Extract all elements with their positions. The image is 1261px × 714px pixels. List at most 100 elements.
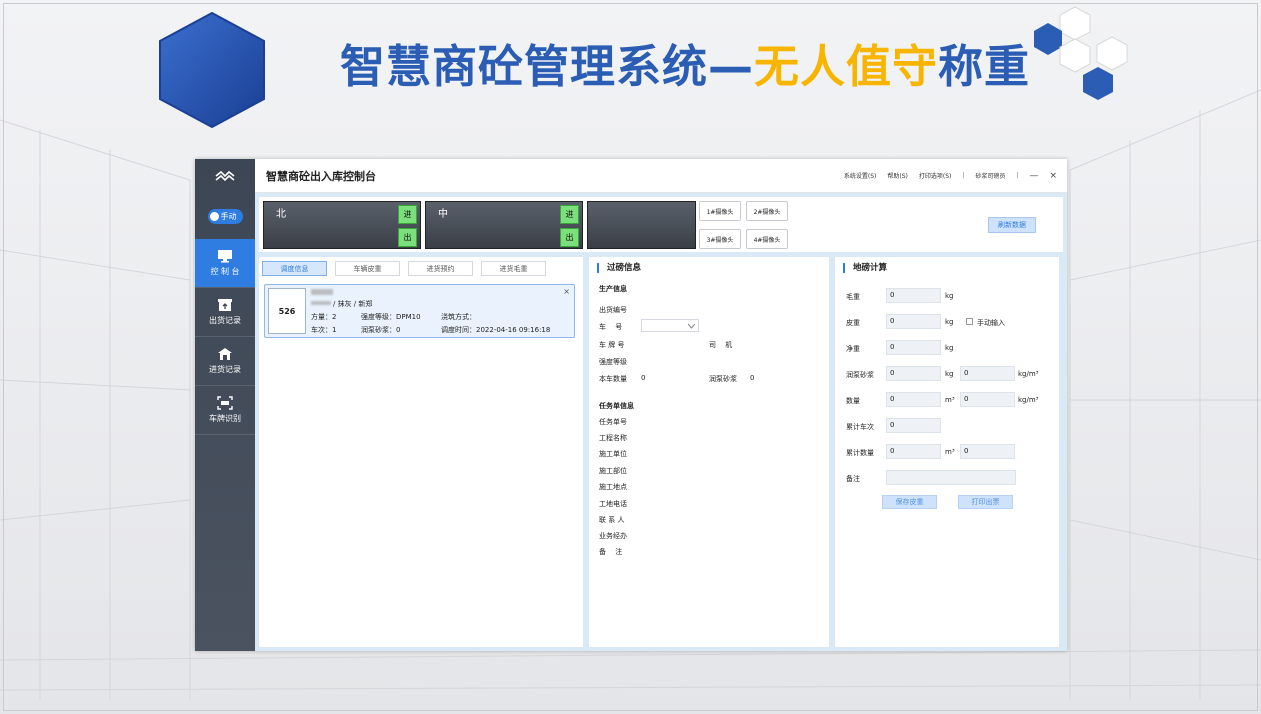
lane-middle-out-button[interactable]: 出 (560, 228, 579, 247)
card-volume: 方量：2 (311, 313, 337, 321)
pump-mortar-density-unit: kg/m³ (1018, 370, 1039, 378)
tab-vehicle-tare[interactable]: 车辆皮重 (335, 261, 400, 276)
pump-mortar-input[interactable]: 0 (886, 366, 941, 381)
plate-scan-icon (217, 396, 233, 410)
camera-2-button[interactable]: 2#摄像头 (746, 201, 788, 221)
camera-4-button[interactable]: 4#摄像头 (746, 229, 788, 249)
title-highlight-text: 无人值守 (754, 40, 939, 93)
dispatch-tabs: 调度信息 车辆皮重 进货预约 进货毛重 (259, 257, 583, 280)
save-tare-button[interactable]: 保存皮重 (882, 495, 937, 509)
net-unit: kg (945, 344, 954, 352)
mode-label: 手动 (220, 211, 237, 221)
card-dispatch-time: 调度时间：2022-04-16 09:16:18 (441, 326, 551, 334)
remark-label: 备 注 (599, 548, 623, 556)
inbound-house-icon (218, 348, 232, 360)
refresh-data-button[interactable]: 刷新数据 (988, 217, 1036, 233)
quantity-density-unit: kg/m³ (1018, 396, 1039, 404)
dispatch-card[interactable]: 526 × / 抹灰 / 新郑 方量：2 强度等级：DPM10 浇筑方式： 车次… (264, 284, 575, 338)
total-qty-unit: m³ (945, 448, 955, 456)
total-trips-label: 累计车次 (846, 423, 874, 431)
remark-input[interactable] (886, 470, 1016, 485)
print-ticket-button[interactable]: 打印出票 (958, 495, 1013, 509)
pump-mortar-density-input[interactable]: 0 (960, 366, 1015, 381)
quantity-unit: m³ (945, 396, 955, 404)
menu-separator: | (962, 172, 965, 179)
gross-input[interactable]: 0 (886, 288, 941, 303)
manual-input-checkbox[interactable] (966, 318, 973, 325)
construction-part-label: 施工部位 (599, 467, 627, 475)
close-window-button[interactable]: × (1049, 171, 1057, 181)
app-window: 手动 控 制 台 出货记录 进货记录 车牌识别 智慧商砼出入库控制台 系统设置(… (195, 159, 1067, 651)
remark-label: 备注 (846, 475, 860, 483)
sidebar-item-console[interactable]: 控 制 台 (195, 239, 255, 288)
tare-input[interactable]: 0 (886, 314, 941, 329)
vehicle-no-label: 车 号 (599, 323, 623, 331)
camera-1-button[interactable]: 1#摄像头 (699, 201, 741, 221)
driver-label: 司 机 (709, 341, 733, 349)
camera-view (587, 201, 696, 249)
chevron-down-icon (688, 323, 695, 329)
total-qty-2-input[interactable]: 0 (960, 444, 1015, 459)
title-main-text: 智慧商砼管理系统— (340, 40, 755, 93)
site-phone-label: 工地电话 (599, 500, 627, 508)
redacted-text (311, 289, 333, 295)
title-tail-text: 称重 (938, 40, 1031, 93)
sidebar-item-plate-recognition[interactable]: 车牌识别 (195, 386, 255, 435)
app-title: 智慧商砼出入库控制台 (266, 169, 376, 183)
lane-north: 北 进 出 (263, 201, 421, 249)
menu-separator: | (1016, 172, 1019, 179)
app-topbar: 智慧商砼出入库控制台 系统设置(S) 帮助(S) 打印选项(S) | 砂浆司磅员… (255, 159, 1067, 193)
project-name-label: 工程名称 (599, 434, 627, 442)
vehicle-no-select[interactable] (641, 319, 699, 332)
sidebar-item-label: 车牌识别 (209, 414, 241, 423)
lane-north-out-button[interactable]: 出 (398, 228, 417, 247)
tab-dispatch-info[interactable]: 调度信息 (262, 261, 327, 276)
weigh-info-title: 过磅信息 (597, 263, 641, 273)
card-line1: / 抹灰 / 新郑 (333, 300, 373, 308)
redacted-text (311, 301, 331, 305)
quantity-density-input[interactable]: 0 (960, 392, 1015, 407)
sidebar: 手动 控 制 台 出货记录 进货记录 车牌识别 (195, 159, 255, 651)
monitor-icon (218, 250, 232, 263)
toggle-knob-icon (209, 211, 219, 221)
card-close-icon[interactable]: × (563, 287, 570, 296)
mode-area: 手动 (195, 193, 255, 239)
total-trips-input[interactable]: 0 (886, 418, 941, 433)
pump-label: 润泵砂浆 (709, 375, 737, 383)
menu-print-options[interactable]: 打印选项(S) (919, 171, 952, 180)
construction-site-label: 施工地点 (599, 483, 627, 491)
total-qty-input[interactable]: 0 (886, 444, 941, 459)
net-label: 净重 (846, 345, 860, 353)
camera-3-button[interactable]: 3#摄像头 (699, 229, 741, 249)
tab-inbound-gross[interactable]: 进货毛重 (481, 261, 546, 276)
card-pour-method: 浇筑方式： (441, 313, 476, 321)
manual-input-label: 手动输入 (977, 319, 1005, 327)
menu-user[interactable]: 砂浆司磅员 (975, 171, 1005, 180)
sidebar-item-outbound[interactable]: 出货记录 (195, 288, 255, 337)
card-number: 526 (268, 288, 306, 334)
scale-calc-title: 地磅计算 (843, 263, 887, 273)
camera-strip: 北 进 出 中 进 出 1#摄像头 2#摄像头 3#摄像头 4#摄像头 刷新数据 (259, 197, 1063, 252)
hexagon-cluster-icon (1034, 6, 1128, 100)
menu-system-settings[interactable]: 系统设置(S) (844, 171, 877, 180)
tab-inbound-booking[interactable]: 进货预约 (408, 261, 473, 276)
lane-middle-in-button[interactable]: 进 (560, 205, 579, 224)
business-handler-label: 业务经办 (599, 532, 627, 540)
mode-toggle[interactable]: 手动 (207, 208, 243, 224)
production-info-title: 生产信息 (599, 285, 627, 293)
lane-middle: 中 进 出 (425, 201, 583, 249)
outbound-box-icon (218, 299, 232, 311)
dispatch-panel: 调度信息 车辆皮重 进货预约 进货毛重 526 × / 抹灰 / 新郑 方量：2… (259, 257, 583, 647)
task-info-title: 任务单信息 (599, 402, 634, 410)
net-input[interactable]: 0 (886, 340, 941, 355)
sidebar-item-inbound[interactable]: 进货记录 (195, 337, 255, 386)
minimize-button[interactable]: — (1029, 171, 1038, 181)
tare-label: 皮重 (846, 319, 860, 327)
menu-help[interactable]: 帮助(S) (887, 171, 908, 180)
task-no-label: 任务单号 (599, 418, 627, 426)
quantity-input[interactable]: 0 (886, 392, 941, 407)
total-qty-label: 累计数量 (846, 449, 874, 457)
lane-north-in-button[interactable]: 进 (398, 205, 417, 224)
gross-label: 毛重 (846, 293, 860, 301)
tare-unit: kg (945, 318, 954, 326)
